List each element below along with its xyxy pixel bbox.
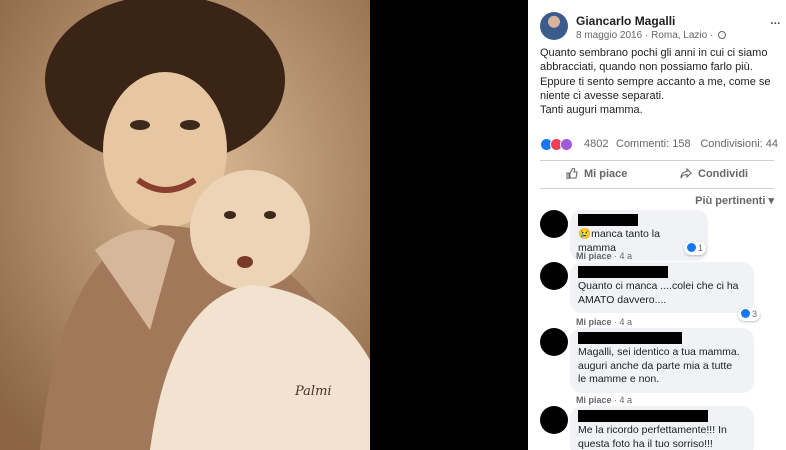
divider (540, 188, 774, 189)
post-text-line: Eppure ti sento sempre accanto a me, com… (540, 75, 771, 88)
meta-separator: · (644, 30, 649, 41)
post-text-line: Tanti auguri mamma. (540, 104, 643, 117)
comment-item: Magalli, sei identico a tua mamma. augur… (540, 328, 780, 408)
comment-reactions[interactable]: 3 (738, 308, 761, 321)
post-sidebar: Giancarlo Magalli 8 maggio 2016 · Roma, … (528, 0, 786, 450)
comment-like-link[interactable]: Mi piace (576, 395, 612, 405)
like-button[interactable]: Mi piace (566, 168, 627, 180)
redacted-name (578, 410, 708, 422)
comment-reactions[interactable]: 1 (684, 242, 707, 255)
comment-reaction-count: 1 (698, 243, 704, 253)
comment-text: questa foto ha il tuo sorriso!!! (578, 437, 713, 450)
shares-count[interactable]: Condivisioni: 44 (700, 138, 778, 150)
comment-item: Me la ricordo perfettamente!!! In questa… (540, 406, 780, 450)
commenter-avatar[interactable] (540, 262, 568, 290)
redacted-name (578, 266, 668, 278)
comment-like-link[interactable]: Mi piace (576, 317, 612, 327)
meta-separator-2: · (710, 30, 714, 41)
comment-text: Me la ricordo perfettamente!!! In (578, 424, 727, 436)
share-button-label: Condividi (698, 168, 749, 180)
chevron-down-icon: ▾ (768, 195, 774, 207)
comment-text: auguri anche da parte mia a tutte (578, 359, 733, 372)
share-button[interactable]: Condividi (680, 168, 748, 180)
redacted-name (578, 332, 682, 344)
comment-time[interactable]: 4 a (620, 251, 633, 261)
commenter-avatar[interactable] (540, 406, 568, 434)
post-stats: 4802 Commenti: 158 Condivisioni: 44 (540, 138, 778, 152)
commenter-avatar[interactable] (540, 328, 568, 356)
comment-like-link[interactable]: Mi piace (576, 251, 612, 261)
post-date[interactable]: 8 maggio 2016 (576, 30, 642, 41)
more-options-icon[interactable]: ... (770, 12, 781, 28)
vintage-portrait-illustration: Palmi (0, 0, 370, 450)
post-text-line: Quanto sembrano pochi gli anni in cui ci… (540, 47, 768, 59)
redacted-name (578, 214, 638, 226)
like-icon (741, 309, 750, 318)
post-text-line: niente ci avesse separati. (540, 89, 665, 102)
post-text-line: abbracciati, quando non possiamo farlo p… (540, 61, 753, 74)
comment-text: Quanto ci manca ....colei che ci ha (578, 280, 739, 292)
photo-signature: Palmi (294, 384, 332, 399)
comment-text: Magalli, sei identico a tua mamma. (578, 346, 740, 358)
comment-text: le mamme e non. (578, 373, 660, 385)
comment-time[interactable]: 4 a (620, 395, 633, 405)
reactions-count[interactable]: 4802 (584, 138, 608, 150)
comment-sort-dropdown[interactable]: Più pertinenti ▾ (695, 194, 774, 207)
globe-icon (718, 31, 727, 39)
comment-reaction-count: 3 (752, 309, 758, 319)
sort-label: Più pertinenti (695, 195, 766, 207)
like-button-label: Mi piace (584, 168, 628, 180)
author-name[interactable]: Giancarlo Magalli (576, 14, 675, 28)
comment-bubble: Magalli, sei identico a tua mamma. augur… (570, 328, 754, 393)
comment-text: AMATO davvero.... (578, 293, 667, 306)
comment-footer: Mi piace · 4 a (576, 395, 633, 405)
comment-item: Quanto ci manca ....colei che ci ha AMAT… (540, 262, 780, 330)
post-photo[interactable]: Palmi (0, 0, 370, 450)
like-icon (687, 243, 696, 252)
commenter-avatar[interactable] (540, 210, 568, 238)
post-text: Quanto sembrano pochi gli anni in cui ci… (540, 46, 780, 117)
divider (540, 160, 774, 161)
post-meta: 8 maggio 2016 · Roma, Lazio · (576, 30, 727, 41)
comment-footer: Mi piace · 4 a (576, 251, 633, 261)
photo-viewer: Palmi (0, 0, 528, 450)
post-actions: Mi piace Condividi (540, 164, 774, 186)
comment-item: 😢manca tanto la mamma 1 Mi piace · 4 a (540, 210, 780, 264)
post-location[interactable]: Roma, Lazio (651, 30, 707, 41)
comment-bubble: Me la ricordo perfettamente!!! In questa… (570, 406, 754, 450)
share-arrow-icon (680, 168, 692, 179)
comment-footer: Mi piace · 4 a (576, 317, 633, 327)
comments-count[interactable]: Commenti: 158 (616, 138, 691, 150)
thumbs-up-icon (566, 168, 578, 179)
care-icon (560, 138, 573, 151)
author-avatar[interactable] (540, 12, 568, 40)
comment-bubble: Quanto ci manca ....colei che ci ha AMAT… (570, 262, 754, 313)
post-header: Giancarlo Magalli 8 maggio 2016 · Roma, … (540, 12, 781, 46)
comment-time[interactable]: 4 a (620, 317, 633, 327)
